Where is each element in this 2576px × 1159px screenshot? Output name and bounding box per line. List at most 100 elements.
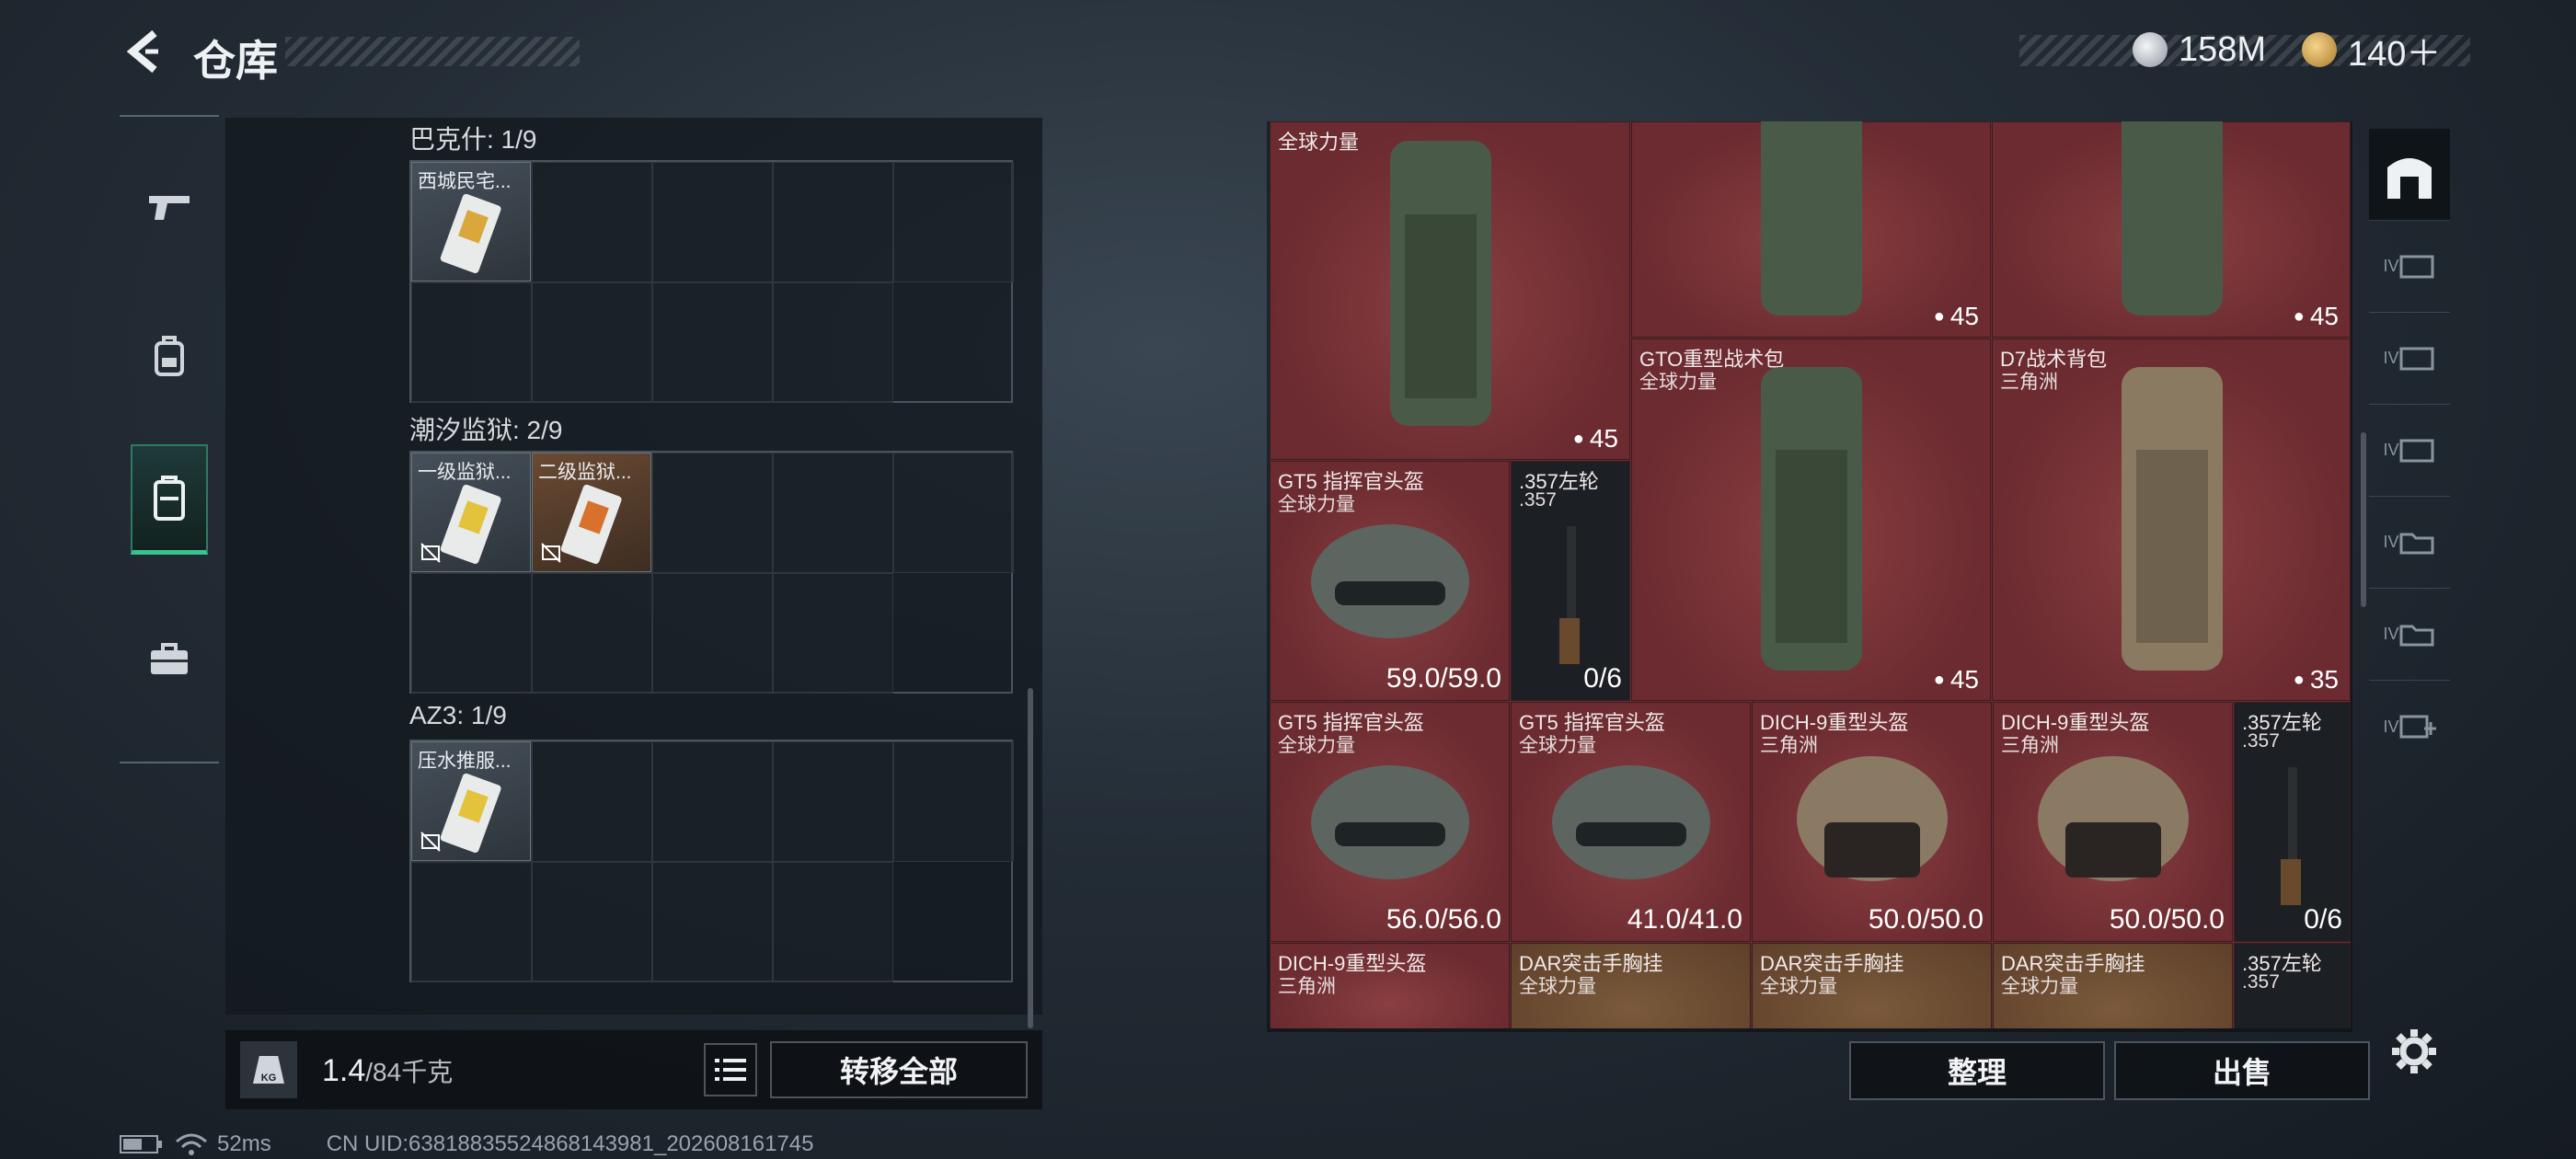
weight-bar: KG 1.4/84千克 转移全部 — [225, 1030, 1042, 1109]
nav-add-container[interactable]: IV — [2369, 681, 2450, 773]
grid-slot[interactable] — [652, 162, 773, 282]
item-revolver[interactable]: .357左轮 .357 0/6 — [2234, 702, 2351, 942]
nav-weapons[interactable] — [131, 152, 208, 262]
grid-slot[interactable] — [532, 162, 652, 282]
item-key[interactable]: 二级监狱... — [532, 453, 651, 572]
nav-vests[interactable] — [131, 444, 208, 555]
item-revolver[interactable]: .357左轮 .357 0/6 — [1511, 461, 1630, 701]
capacity-badge: ● 45 — [1933, 665, 1979, 694]
grid-slot[interactable] — [532, 741, 652, 862]
tier-label: IV — [2383, 717, 2399, 736]
currency-silver[interactable]: 158M — [2133, 29, 2266, 70]
group-label: AZ3: 1/9 — [409, 701, 507, 729]
no-transfer-icon — [541, 543, 561, 563]
item-helmet[interactable]: GT5 指挥官头盔 全球力量 41.0/41.0 — [1511, 702, 1751, 942]
grid-slot[interactable] — [773, 862, 893, 982]
sell-button[interactable]: 出售 — [2114, 1041, 2370, 1100]
backpack-image — [1761, 367, 1862, 671]
user-uid: CN UID:63818835524868143981_202608161745 — [326, 1131, 814, 1156]
tier-label: IV — [2383, 625, 2399, 643]
container-grid[interactable]: 西城民宅... — [409, 160, 1014, 403]
grid-slot[interactable] — [773, 573, 893, 694]
item-caliber: .357 — [2242, 730, 2280, 752]
item-key[interactable]: 压水推服... — [411, 741, 531, 861]
grid-slot[interactable] — [652, 453, 773, 573]
item-helmet[interactable]: GT5 指挥官头盔 全球力量 56.0/56.0 — [1270, 702, 1510, 942]
storage-scrollbar[interactable] — [1028, 688, 1033, 1028]
item-backpack[interactable]: 全球力量 ● 45 — [1270, 121, 1630, 460]
item-name: 压水推服... — [418, 751, 512, 772]
item-revolver[interactable]: .357左轮 .357 — [2234, 943, 2351, 1028]
grid-slot[interactable] — [893, 162, 1014, 282]
item-backpack[interactable]: D7战术背包 三角洲 ● 35 — [1992, 339, 2351, 701]
item-helmet[interactable]: DICH-9重型头盔 三角洲 — [1270, 943, 1510, 1028]
item-chest-rig[interactable]: DAR突击手胸挂 全球力量 — [1511, 943, 1751, 1028]
container-nav: IV IV IV IV IV IV — [2369, 129, 2450, 984]
nav-cases[interactable] — [131, 604, 208, 715]
item-helmet[interactable]: DICH-9重型头盔 三角洲 50.0/50.0 — [1752, 702, 1992, 942]
item-backpack[interactable]: ● 45 — [1631, 121, 1991, 338]
grid-slot[interactable] — [532, 862, 652, 982]
nav-container-4[interactable]: IV — [2369, 497, 2450, 589]
item-helmet[interactable]: GT5 指挥官头盔 全球力量 59.0/59.0 — [1270, 461, 1510, 701]
transfer-all-button[interactable]: 转移全部 — [770, 1041, 1028, 1098]
container-icon — [2399, 347, 2433, 370]
item-key[interactable]: 西城民宅... — [411, 162, 531, 281]
weight-readout: 1.4/84千克 — [322, 1052, 453, 1089]
tier-label: IV — [2383, 257, 2399, 275]
settings-gear-icon[interactable] — [2388, 1026, 2440, 1077]
revolver-image — [1559, 526, 1580, 664]
item-backpack[interactable]: GTO重型战术包 全球力量 ● 45 — [1631, 339, 1991, 701]
keycard-icon — [440, 193, 501, 273]
silver-coin-icon — [2133, 32, 2168, 67]
item-backpack[interactable]: ● 45 — [1992, 121, 2351, 338]
container-grid[interactable]: 压水推服... — [409, 740, 1014, 982]
grid-slot[interactable] — [652, 573, 773, 694]
item-chest-rig[interactable]: DAR突击手胸挂 全球力量 — [1993, 943, 2233, 1028]
ping-value: 52ms — [217, 1131, 271, 1156]
item-key[interactable]: 一级监狱... — [411, 453, 531, 572]
briefcase-icon — [151, 643, 188, 674]
item-caliber: .357 — [1519, 489, 1557, 511]
nav-storage[interactable] — [2369, 129, 2450, 221]
grid-slot[interactable] — [532, 282, 652, 403]
grid-slot[interactable] — [652, 741, 773, 862]
organize-button[interactable]: 整理 — [1849, 1041, 2105, 1100]
list-view-button[interactable] — [704, 1043, 757, 1096]
nav-container-2[interactable]: IV — [2369, 313, 2450, 405]
nav-container-1[interactable]: IV — [2369, 221, 2450, 313]
capacity-value: 45 — [2309, 302, 2339, 330]
nav-backpacks[interactable] — [131, 301, 208, 411]
grid-slot[interactable] — [411, 862, 532, 982]
status-bar: 52ms CN UID:63818835524868143981_2026081… — [120, 1131, 814, 1157]
currency-gold[interactable]: 140＋ — [2302, 29, 2441, 74]
grid-slot[interactable] — [773, 741, 893, 862]
grid-slot[interactable] — [773, 453, 893, 573]
item-chest-rig[interactable]: DAR突击手胸挂 全球力量 — [1752, 943, 1992, 1028]
grid-slot[interactable] — [773, 162, 893, 282]
inventory-grid[interactable]: 全球力量 ● 45 ● 45 ● 45 GTO重型战术包 全球力量 ● 45 D7战术背… — [1270, 121, 2351, 1028]
currency-gold-value: 140＋ — [2348, 34, 2442, 74]
currency-silver-value: 158M — [2179, 29, 2267, 69]
grid-slot[interactable] — [652, 862, 773, 982]
wifi-icon — [176, 1133, 207, 1155]
pistol-icon — [149, 196, 190, 220]
storage-panel[interactable]: 巴克什: 1/9 西城民宅... 潮汐监狱: 2/9 一级监狱... 二级监狱. — [225, 118, 1042, 1028]
nav-container-3[interactable]: IV — [2369, 405, 2450, 497]
grid-slot[interactable] — [532, 573, 652, 694]
backpack-image — [1761, 121, 1862, 316]
grid-slot[interactable] — [893, 741, 1014, 862]
inventory-scrollbar[interactable] — [2361, 432, 2366, 607]
capacity-badge: ● 45 — [1933, 302, 1979, 330]
nav-container-5[interactable]: IV — [2369, 589, 2450, 681]
container-grid[interactable]: 一级监狱... 二级监狱... — [409, 451, 1014, 694]
grid-slot[interactable] — [411, 573, 532, 694]
grid-slot[interactable] — [773, 282, 893, 403]
tier-label: IV — [2383, 349, 2399, 367]
grid-slot[interactable] — [893, 453, 1014, 573]
grid-slot[interactable] — [652, 282, 773, 403]
grid-slot[interactable] — [411, 282, 532, 403]
item-helmet[interactable]: DICH-9重型头盔 三角洲 50.0/50.0 — [1993, 702, 2233, 942]
back-arrow-icon[interactable] — [120, 26, 171, 77]
durability-value: 41.0/41.0 — [1627, 904, 1742, 935]
